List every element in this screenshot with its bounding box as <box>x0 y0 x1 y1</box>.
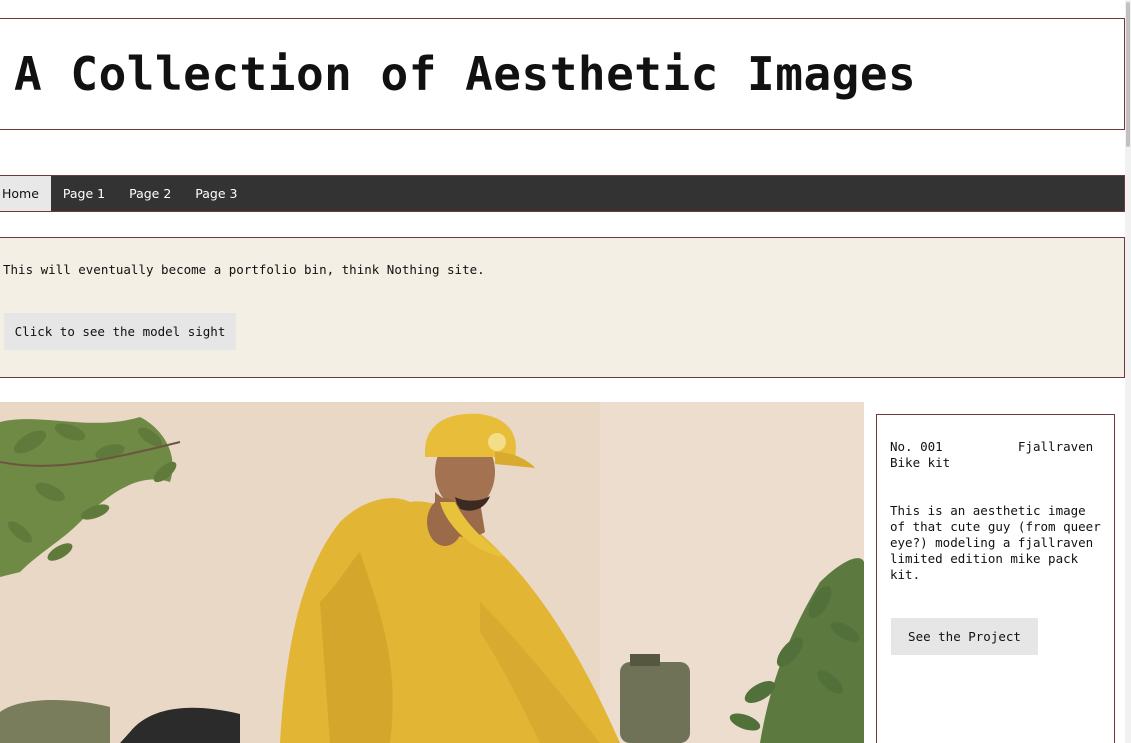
page: A Collection of Aesthetic Images Home Pa… <box>0 0 1131 743</box>
main-nav: Home Page 1 Page 2 Page 3 <box>0 175 1125 212</box>
hero-photo-illustration <box>0 402 864 743</box>
nav-item-home[interactable]: Home <box>0 176 51 211</box>
model-sight-button[interactable]: Click to see the model sight <box>4 313 236 350</box>
vertical-scrollbar[interactable] <box>1125 0 1131 743</box>
project-card: No. 001 Fjallraven Bike kit This is an a… <box>876 414 1115 743</box>
project-card-title: No. 001 Fjallraven Bike kit <box>890 439 1101 470</box>
intro-text: This will eventually become a portfolio … <box>3 262 485 277</box>
see-project-button[interactable]: See the Project <box>891 618 1038 655</box>
nav-item-page-3[interactable]: Page 3 <box>183 176 249 211</box>
site-header: A Collection of Aesthetic Images <box>0 18 1125 130</box>
nav-item-page-1[interactable]: Page 1 <box>51 176 117 211</box>
project-card-description: This is an aesthetic image of that cute … <box>890 503 1101 582</box>
hero-image <box>0 402 864 743</box>
nav-item-page-2[interactable]: Page 2 <box>117 176 183 211</box>
scrollbar-thumb[interactable] <box>1126 2 1130 147</box>
page-title: A Collection of Aesthetic Images <box>14 47 917 101</box>
intro-section: This will eventually become a portfolio … <box>0 237 1125 378</box>
